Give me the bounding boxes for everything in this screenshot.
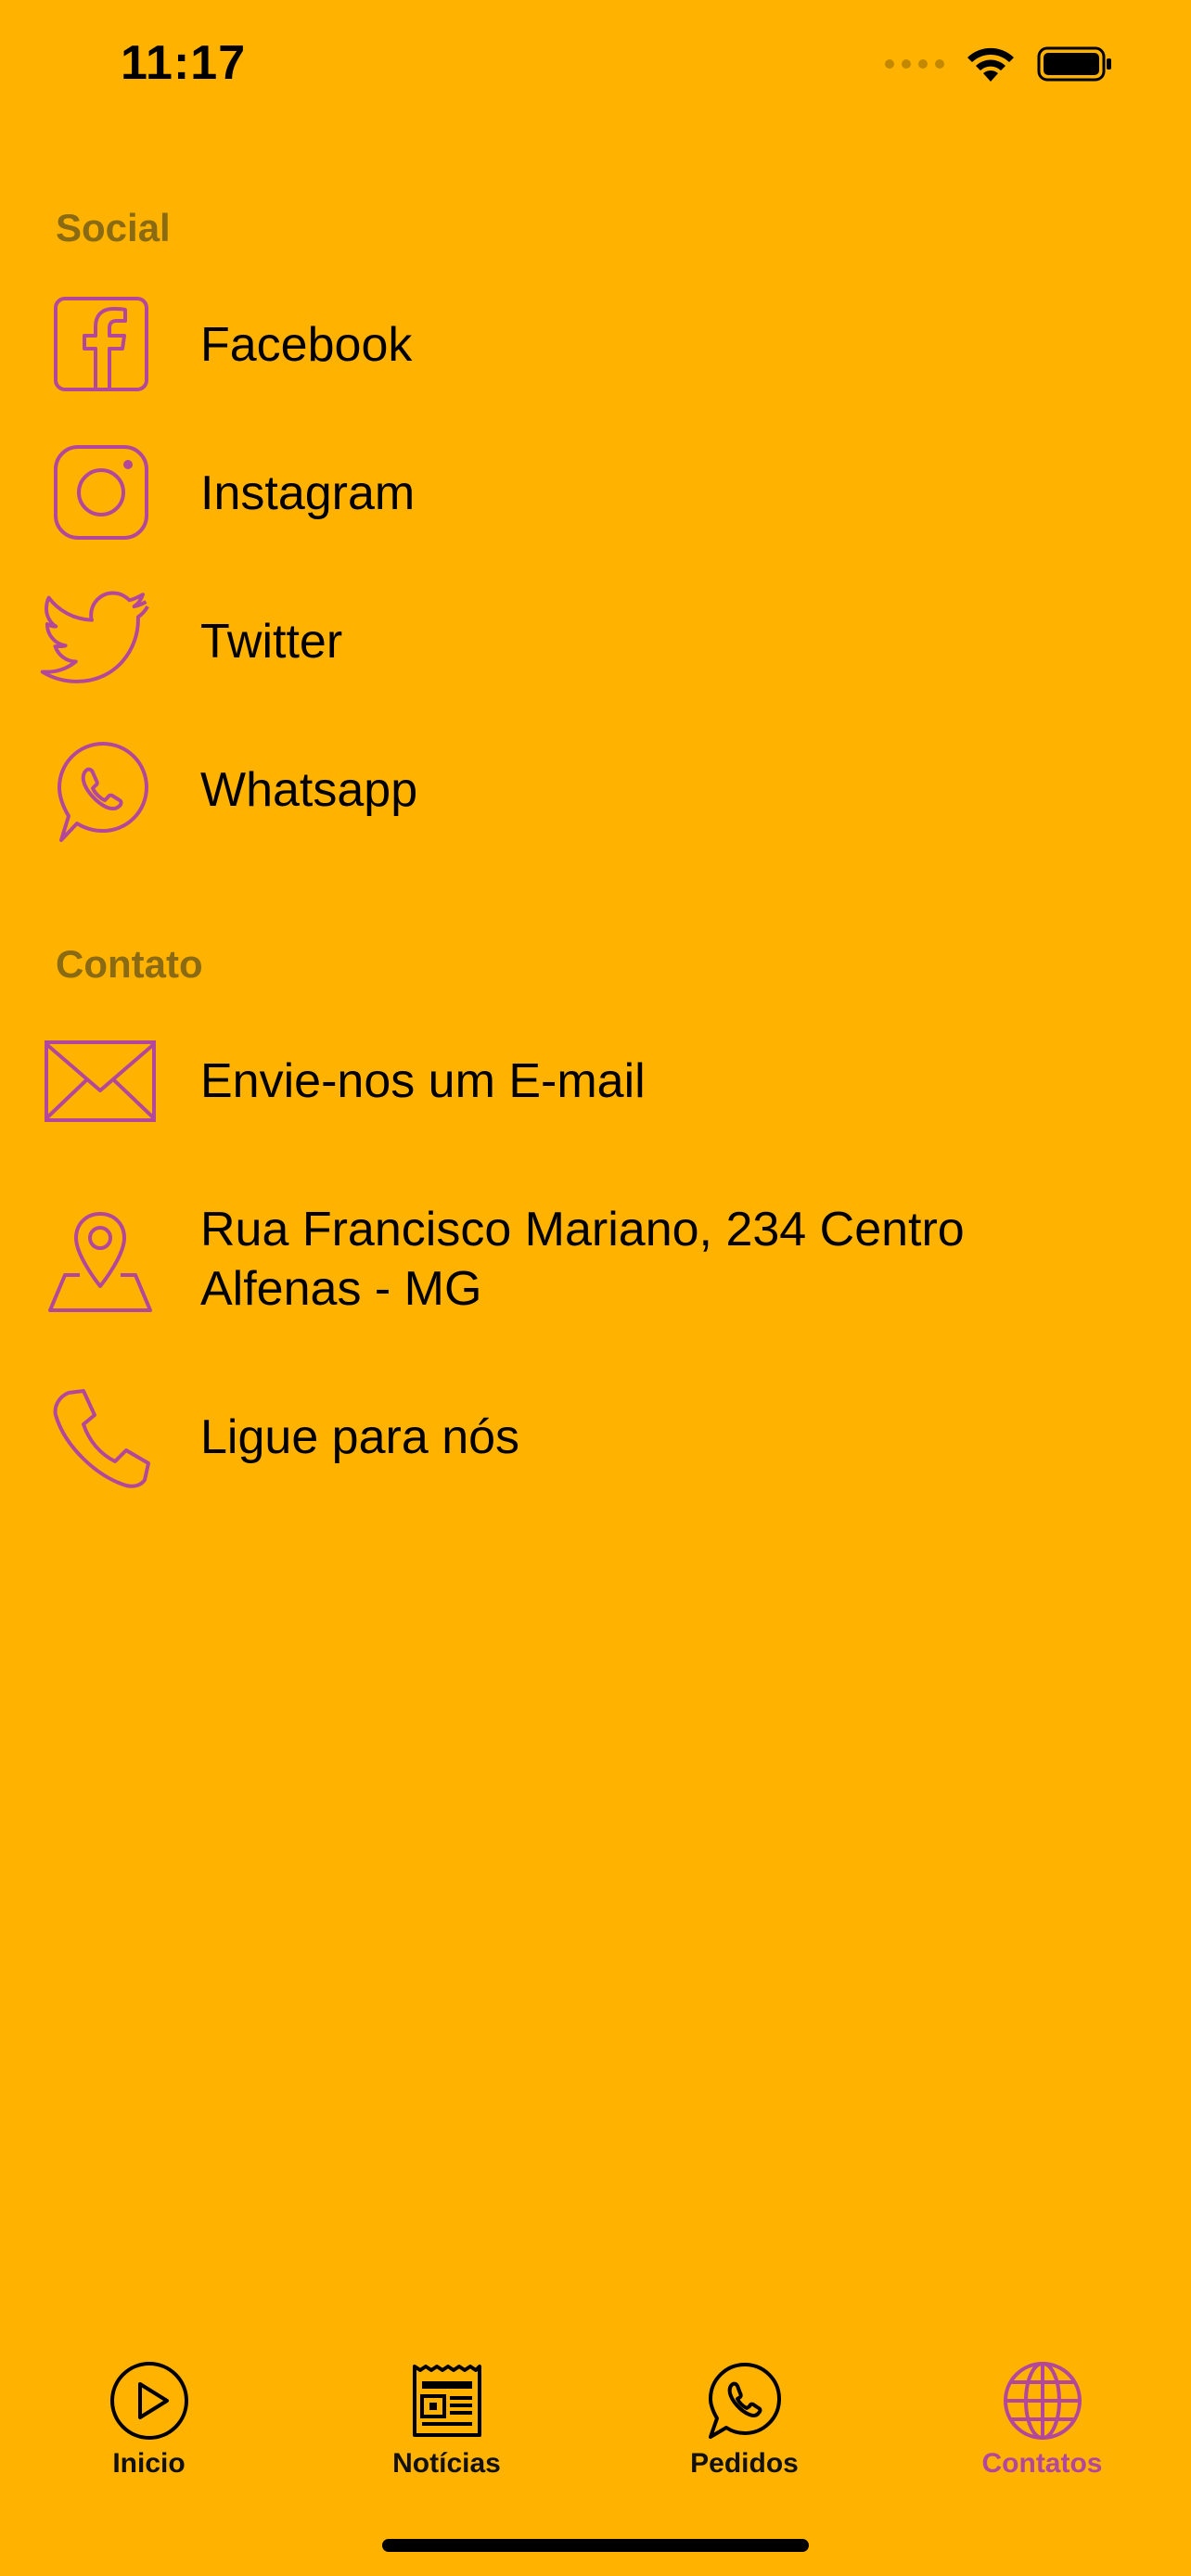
tab-inicio[interactable]: Inicio xyxy=(0,2337,298,2504)
social-item-twitter[interactable]: Twitter xyxy=(0,584,1191,699)
social-item-label: Instagram xyxy=(200,466,416,520)
globe-icon xyxy=(1003,2362,1082,2440)
social-item-instagram[interactable]: Instagram xyxy=(0,436,1191,551)
contact-item-label: Rua Francisco Mariano, 234 Centro Alfena… xyxy=(200,1203,965,1316)
contact-item-label: Ligue para nós xyxy=(200,1410,520,1464)
tab-label: Notícias xyxy=(392,2448,501,2479)
whatsapp-icon xyxy=(708,2363,781,2439)
social-item-label: Facebook xyxy=(200,318,413,372)
tab-noticias[interactable]: Notícias xyxy=(298,2337,596,2504)
social-item-whatsapp[interactable]: Whatsapp xyxy=(0,733,1191,848)
social-item-label: Whatsapp xyxy=(200,763,418,817)
facebook-icon xyxy=(43,287,158,402)
status-bar: 11:17 xyxy=(0,0,1191,139)
section-header-social: Social xyxy=(56,206,171,249)
instagram-icon xyxy=(43,436,158,551)
contact-item-label: Envie-nos um E-mail xyxy=(200,1054,646,1108)
contact-item-email[interactable]: Envie-nos um E-mail xyxy=(0,1024,1191,1139)
status-icons xyxy=(885,45,1113,83)
social-item-facebook[interactable]: Facebook xyxy=(0,287,1191,402)
tab-bar: Inicio Notícias Pedidos Contatos xyxy=(0,2337,1191,2504)
phone-icon xyxy=(43,1380,158,1495)
tab-pedidos[interactable]: Pedidos xyxy=(596,2337,893,2504)
newspaper-icon xyxy=(412,2365,481,2437)
battery-icon xyxy=(1037,46,1111,82)
status-time: 11:17 xyxy=(121,36,247,90)
contact-item-phone[interactable]: Ligue para nós xyxy=(0,1380,1191,1495)
cellular-signal-icon xyxy=(885,59,944,69)
twitter-icon xyxy=(40,584,158,699)
section-header-contato: Contato xyxy=(56,942,203,986)
mail-icon xyxy=(43,1024,158,1139)
play-icon xyxy=(109,2362,188,2440)
social-item-label: Twitter xyxy=(200,615,343,669)
contact-item-address[interactable]: Rua Francisco Mariano, 234 Centro Alfena… xyxy=(0,1200,1191,1320)
tab-label: Inicio xyxy=(112,2448,186,2479)
location-pin-icon xyxy=(43,1203,158,1318)
wifi-icon xyxy=(967,47,1014,82)
tab-contatos[interactable]: Contatos xyxy=(893,2337,1191,2504)
home-indicator[interactable] xyxy=(382,2539,809,2552)
tab-label: Contatos xyxy=(981,2448,1103,2479)
tab-label: Pedidos xyxy=(690,2448,799,2479)
whatsapp-icon xyxy=(43,733,158,848)
